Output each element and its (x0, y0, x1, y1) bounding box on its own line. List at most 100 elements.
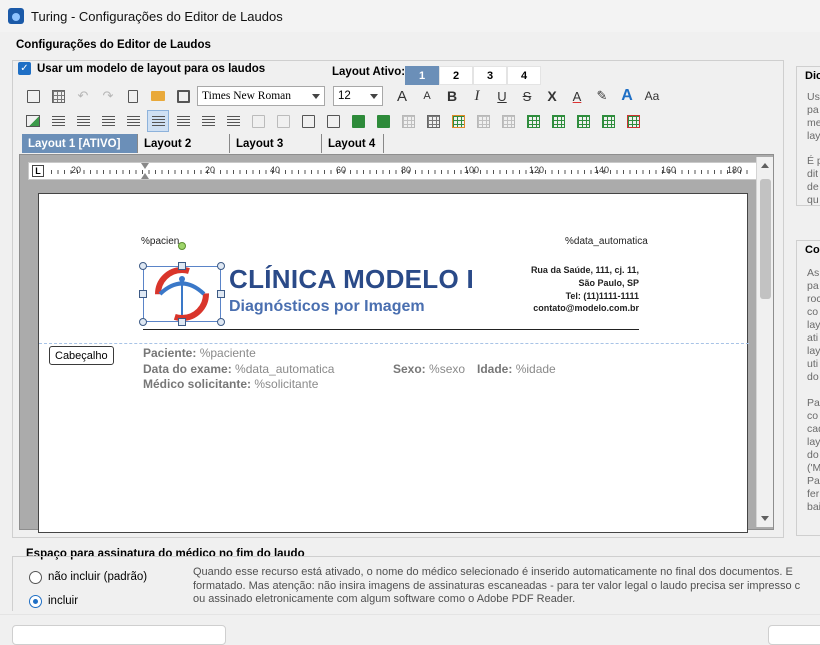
paragraph-icon[interactable] (247, 110, 269, 132)
chevron-down-icon (370, 94, 378, 99)
app-icon (8, 8, 24, 24)
layout-option-2[interactable]: 2 (439, 66, 473, 85)
bold-button[interactable]: B (441, 85, 463, 107)
ruler-label: 40 (270, 165, 281, 175)
section-title: Configurações do Editor de Laudos (16, 39, 211, 51)
delete-row-icon[interactable] (572, 110, 594, 132)
layout-option-3[interactable]: 3 (473, 66, 507, 85)
right-action-button[interactable] (768, 625, 820, 645)
dicas-title: Dic (805, 70, 820, 82)
logo-image[interactable] (139, 242, 225, 326)
scroll-down-icon[interactable] (761, 516, 769, 521)
resize-handle[interactable] (139, 290, 147, 298)
tab-layout-4[interactable]: Layout 4 (322, 134, 385, 153)
resize-handle[interactable] (178, 318, 186, 326)
underline-button[interactable]: U (491, 85, 513, 107)
new-document-icon[interactable] (122, 85, 144, 107)
justify-icon[interactable] (222, 110, 244, 132)
ruler-label: 100 (464, 165, 480, 175)
resize-handle[interactable] (217, 290, 225, 298)
delete-column-icon[interactable] (597, 110, 619, 132)
tab-stop-icon[interactable]: L (32, 165, 44, 177)
resize-handle[interactable] (178, 262, 186, 270)
merge-cells-icon[interactable] (472, 110, 494, 132)
use-layout-checkbox[interactable]: ✓ Usar um modelo de layout para os laudo… (18, 62, 265, 75)
radio-nao-incluir[interactable] (29, 571, 42, 584)
numbering-icon[interactable] (72, 110, 94, 132)
undo-icon[interactable]: ↶ (72, 85, 94, 107)
table-icon[interactable] (47, 85, 69, 107)
resize-handle[interactable] (139, 318, 147, 326)
copy-layout-icon[interactable] (322, 110, 344, 132)
import-icon[interactable] (347, 110, 369, 132)
delete-table-icon[interactable] (622, 110, 644, 132)
date-tag: %data_automatica (565, 236, 648, 247)
resize-handle[interactable] (217, 262, 225, 270)
tab-layout-3[interactable]: Layout 3 (230, 134, 322, 153)
highlight-icon[interactable]: ✎ (591, 85, 613, 107)
radio-incluir[interactable] (29, 595, 42, 608)
text-box-icon[interactable] (297, 110, 319, 132)
align-center-icon[interactable] (172, 110, 194, 132)
italic-button[interactable]: I (466, 85, 488, 107)
insert-column-icon[interactable] (547, 110, 569, 132)
dicas-line: lay (807, 130, 820, 142)
open-folder-icon[interactable] (147, 85, 169, 107)
window-title: Turing - Configurações do Editor de Laud… (31, 8, 283, 24)
document-page[interactable]: %pacien %data_automatica CLÍNICA MODELO … (38, 193, 749, 533)
config-line: ati (807, 332, 819, 344)
align-left-icon[interactable] (147, 110, 169, 132)
config-line: Pap (807, 475, 820, 487)
borders-icon[interactable] (422, 110, 444, 132)
font-size-select[interactable]: 12 (333, 86, 383, 106)
radio-incluir-label[interactable]: incluir (48, 595, 78, 607)
increase-indent-icon[interactable] (122, 110, 144, 132)
bullets-icon[interactable] (47, 110, 69, 132)
page-break-icon[interactable] (272, 110, 294, 132)
config-line: uti (807, 358, 819, 370)
formatting-toolbar: ↶ ↷ Times New Roman 12 A A B I U S X A ✎… (22, 84, 666, 108)
left-action-button[interactable] (12, 625, 226, 645)
config-line: lay (807, 319, 820, 331)
resize-handle[interactable] (217, 318, 225, 326)
page-setup-icon[interactable] (22, 85, 44, 107)
editor-area[interactable]: L 20 20 40 60 80 100 120 140 160 180 %pa… (19, 154, 774, 533)
radio-nao-incluir-label[interactable]: não incluir (padrão) (48, 571, 147, 583)
font-family-select[interactable]: Times New Roman (197, 86, 325, 106)
table-props-icon[interactable] (397, 110, 419, 132)
superscript-button[interactable]: X (541, 85, 563, 107)
redo-icon[interactable]: ↷ (97, 85, 119, 107)
rotate-handle[interactable] (178, 242, 186, 250)
indent-marker[interactable] (141, 163, 149, 179)
tab-layout-2[interactable]: Layout 2 (138, 134, 230, 153)
split-cells-icon[interactable] (497, 110, 519, 132)
shrink-font-icon[interactable]: A (416, 85, 438, 107)
strikethrough-button[interactable]: S (516, 85, 538, 107)
config-line: roc (807, 293, 820, 305)
config-line: bai (807, 501, 820, 513)
dicas-line: É p (807, 155, 820, 167)
layout-ativo-label: Layout Ativo: (332, 66, 406, 78)
scroll-up-icon[interactable] (761, 163, 769, 168)
layout-option-1[interactable]: 1 (405, 66, 439, 85)
grow-font-icon[interactable]: A (391, 85, 413, 107)
insert-image-icon[interactable] (22, 110, 44, 132)
decrease-indent-icon[interactable] (97, 110, 119, 132)
tab-layout-1[interactable]: Layout 1 [ATIVO] (22, 134, 138, 153)
signature-description: Quando esse recurso está ativado, o nome… (193, 566, 820, 607)
export-icon[interactable] (372, 110, 394, 132)
insert-row-icon[interactable] (522, 110, 544, 132)
horizontal-ruler[interactable]: L 20 20 40 60 80 100 120 140 160 180 (28, 162, 766, 180)
scroll-thumb[interactable] (760, 179, 771, 299)
resize-handle[interactable] (139, 262, 147, 270)
font-color-button[interactable]: A (566, 85, 588, 107)
change-case-icon[interactable]: Aa (641, 85, 663, 107)
cell-color-icon[interactable] (447, 110, 469, 132)
vertical-scrollbar[interactable] (756, 157, 773, 527)
checkmark-icon: ✓ (18, 62, 31, 75)
styles-button[interactable]: A (616, 85, 638, 107)
layout-option-4[interactable]: 4 (507, 66, 541, 85)
align-right-icon[interactable] (197, 110, 219, 132)
config-line: ('M (807, 462, 820, 474)
save-icon[interactable] (172, 85, 194, 107)
